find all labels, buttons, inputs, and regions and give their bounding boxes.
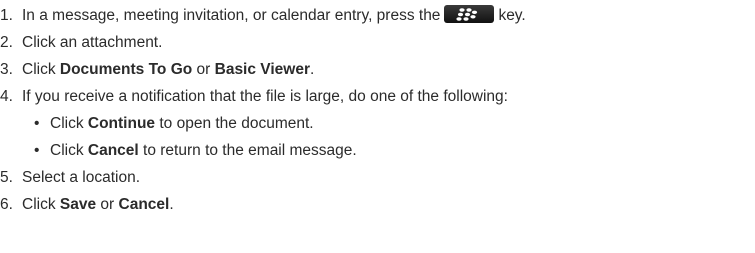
step-number: 4.	[0, 88, 13, 105]
step-number: 1.	[0, 7, 13, 24]
step-4-option-cancel: • Click Cancel to return to the email me…	[0, 137, 755, 164]
option-text-suffix: to return to the email message.	[138, 142, 357, 159]
bullet: •	[34, 115, 40, 132]
step-text: Click an attachment.	[22, 34, 163, 51]
step-text-mid: or	[96, 196, 119, 213]
step-text-suffix: .	[310, 61, 315, 78]
step-6: 6. Click Save or Cancel.	[0, 191, 755, 218]
step-text: If you receive a notification that the f…	[22, 88, 508, 105]
step-3: 3. Click Documents To Go or Basic Viewer…	[0, 56, 755, 83]
documents-to-go-label: Documents To Go	[59, 61, 193, 78]
continue-label: Continue	[87, 115, 156, 132]
cancel-label: Cancel	[87, 142, 139, 159]
step-text-after: key.	[498, 7, 526, 24]
step-number: 3.	[0, 61, 13, 78]
step-number: 6.	[0, 196, 13, 213]
step-number: 2.	[0, 34, 13, 51]
step-4: 4. If you receive a notification that th…	[0, 83, 755, 110]
step-text: Select a location.	[22, 169, 141, 186]
option-text: Click Cancel to return to the email mess…	[50, 137, 357, 164]
instructions-document: 1. In a message, meeting invitation, or …	[0, 0, 755, 253]
step-2: 2. Click an attachment.	[0, 29, 755, 56]
step-text: Click Documents To Go or Basic Viewer.	[22, 56, 314, 83]
step-text: Click Save or Cancel.	[22, 191, 174, 218]
basic-viewer-label: Basic Viewer	[214, 61, 310, 78]
step-number: 5.	[0, 169, 13, 186]
option-text-prefix: Click	[50, 115, 88, 132]
blackberry-menu-key-icon	[444, 4, 495, 23]
option-text: Click Continue to open the document.	[50, 110, 314, 137]
step-5: 5. Select a location.	[0, 164, 755, 191]
step-text-mid: or	[192, 61, 215, 78]
steps-list: 1. In a message, meeting invitation, or …	[0, 0, 755, 218]
step-text: In a message, meeting invitation, or cal…	[22, 2, 526, 29]
option-text-suffix: to open the document.	[155, 115, 314, 132]
option-text-prefix: Click	[50, 142, 88, 159]
step-text-suffix: .	[169, 196, 174, 213]
save-label: Save	[59, 196, 97, 213]
cancel-label: Cancel	[118, 196, 170, 213]
step-4-option-continue: • Click Continue to open the document.	[0, 110, 755, 137]
step-text-before: In a message, meeting invitation, or cal…	[22, 7, 441, 24]
step-1: 1. In a message, meeting invitation, or …	[0, 2, 755, 29]
step-text-prefix: Click	[22, 196, 60, 213]
step-text-prefix: Click	[22, 61, 60, 78]
bullet: •	[34, 142, 40, 159]
